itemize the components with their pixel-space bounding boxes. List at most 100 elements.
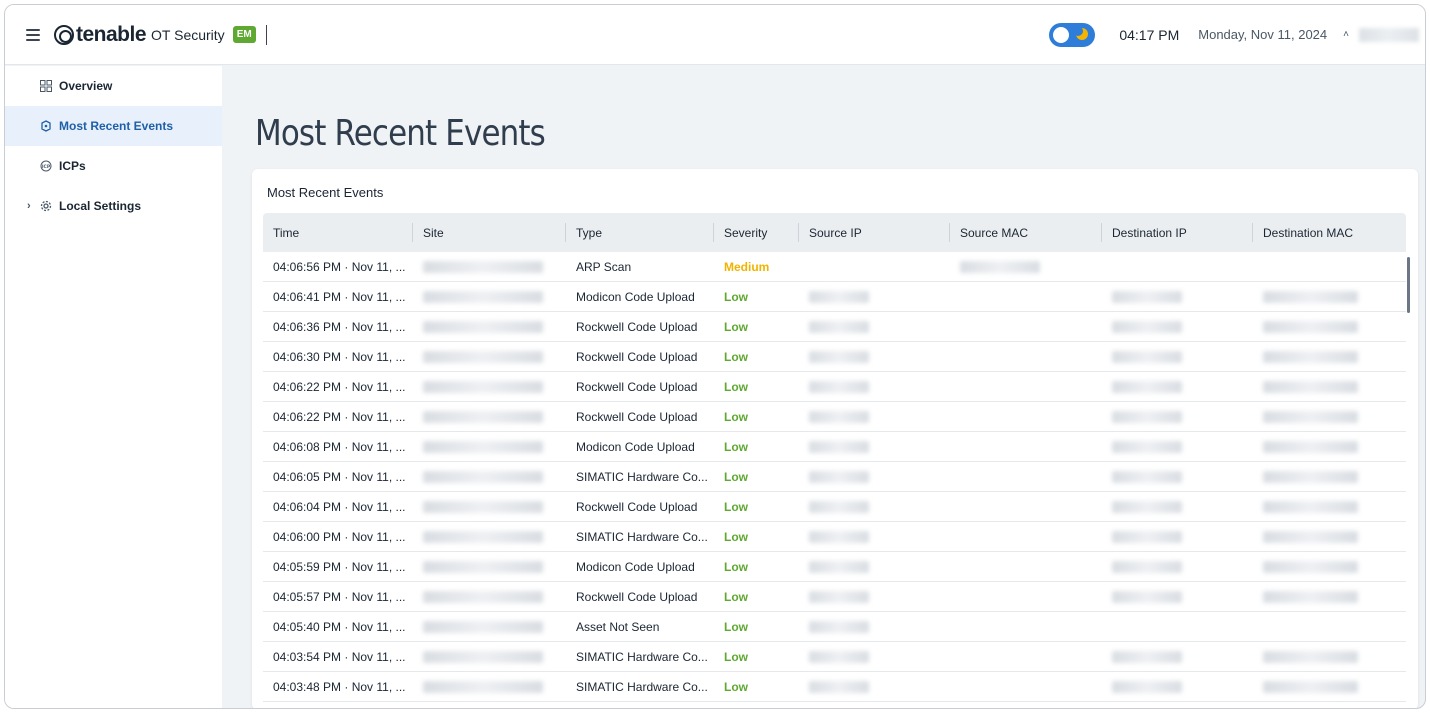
table-row[interactable]: 04:06:41 PM · Nov 11, ... Modicon Code Up… — [263, 282, 1406, 312]
redacted-value — [960, 260, 1040, 273]
sidebar-item-overview[interactable]: Overview — [5, 66, 222, 106]
table-row[interactable]: 04:05:40 PM · Nov 11, ... Asset Not Seen L… — [263, 612, 1406, 642]
cell-source-ip — [799, 642, 950, 671]
brand-logo[interactable]: tenable OT Security EM — [54, 23, 256, 47]
table-row[interactable]: 04:06:22 PM · Nov 11, ... Rockwell Code U… — [263, 372, 1406, 402]
cell-type: Rockwell Code Upload — [576, 379, 698, 394]
cell-source-ip — [799, 282, 950, 311]
redacted-value — [1112, 320, 1182, 333]
redacted-value — [809, 560, 869, 573]
cell-source-mac — [950, 312, 1102, 341]
cell-site — [413, 282, 566, 311]
table-row[interactable]: 04:06:56 PM · Nov 11, ... ARP Scan Medium — [263, 252, 1406, 282]
cell-site — [413, 252, 566, 281]
chevron-right-icon[interactable]: › — [27, 200, 31, 212]
cell-source-ip — [799, 312, 950, 341]
redacted-value — [1112, 650, 1182, 663]
cell-destination-ip — [1102, 522, 1253, 551]
column-header-type[interactable]: Type — [566, 223, 714, 242]
redacted-value — [1263, 530, 1358, 543]
table-header: Time Site Type Severity Source IP Source… — [263, 213, 1406, 252]
sidebar-item-local-settings[interactable]: › Local Settings — [5, 186, 222, 226]
table-row[interactable]: 04:03:48 PM · Nov 11, ... SIMATIC Hardwar… — [263, 672, 1406, 702]
column-header-source-ip[interactable]: Source IP — [799, 223, 950, 242]
cell-source-mac — [950, 282, 1102, 311]
column-header-destination-ip[interactable]: Destination IP — [1102, 223, 1253, 242]
card-title: Most Recent Events — [267, 185, 384, 200]
table-row[interactable]: 04:06:22 PM · Nov 11, ... Rockwell Code U… — [263, 402, 1406, 432]
redacted-value — [1263, 350, 1358, 363]
sidebar-item-icps[interactable]: ICP ICPs — [5, 146, 222, 186]
cell-destination-ip — [1102, 342, 1253, 371]
user-icon[interactable]: ˄ — [1343, 29, 1349, 40]
redacted-value — [1112, 560, 1182, 573]
redacted-value — [423, 470, 543, 483]
events-table: Time Site Type Severity Source IP Source… — [263, 213, 1406, 702]
cell-destination-mac — [1253, 372, 1406, 401]
cell-time: 04:06:30 PM · Nov 11, ... — [273, 349, 406, 364]
redacted-value — [809, 650, 869, 663]
table-row[interactable]: 04:05:57 PM · Nov 11, ... Rockwell Code U… — [263, 582, 1406, 612]
cell-severity: Low — [724, 469, 748, 484]
cell-site — [413, 432, 566, 461]
cell-time: 04:06:04 PM · Nov 11, ... — [273, 499, 406, 514]
cell-type: Modicon Code Upload — [576, 439, 695, 454]
cell-source-mac — [950, 642, 1102, 671]
cell-time: 04:05:59 PM · Nov 11, ... — [273, 559, 406, 574]
redacted-value — [809, 620, 869, 633]
redacted-value — [1263, 680, 1358, 693]
column-header-time[interactable]: Time — [263, 223, 413, 242]
table-row[interactable]: 04:06:08 PM · Nov 11, ... Modicon Code Up… — [263, 432, 1406, 462]
theme-toggle[interactable] — [1049, 22, 1096, 47]
cell-destination-ip — [1102, 282, 1253, 311]
column-header-source-mac[interactable]: Source MAC — [950, 223, 1102, 242]
table-row[interactable]: 04:05:59 PM · Nov 11, ... Modicon Code Up… — [263, 552, 1406, 582]
cell-severity: Low — [724, 679, 748, 694]
header-divider — [265, 24, 267, 45]
table-scrollbar[interactable] — [1407, 257, 1410, 313]
table-row[interactable]: 04:06:04 PM · Nov 11, ... Rockwell Code U… — [263, 492, 1406, 522]
cell-destination-ip — [1102, 372, 1253, 401]
sidebar: Overview Most Recent Events ICP ICPs › L… — [5, 66, 222, 708]
cell-site — [413, 642, 566, 671]
cell-severity: Low — [724, 349, 748, 364]
cell-source-mac — [950, 582, 1102, 611]
events-card: Most Recent Events Time Site Type Severi… — [252, 169, 1418, 708]
table-row[interactable]: 04:06:30 PM · Nov 11, ... Rockwell Code U… — [263, 342, 1406, 372]
redacted-value — [423, 320, 543, 333]
cell-destination-mac — [1253, 552, 1406, 581]
toggle-knob — [1053, 26, 1070, 43]
sidebar-item-most-recent-events[interactable]: Most Recent Events — [5, 106, 222, 146]
cell-destination-ip — [1102, 612, 1253, 641]
redacted-value — [423, 500, 543, 513]
column-header-destination-mac[interactable]: Destination MAC — [1253, 223, 1406, 242]
cell-time: 04:06:41 PM · Nov 11, ... — [273, 289, 406, 304]
cell-time: 04:03:54 PM · Nov 11, ... — [273, 649, 406, 664]
redacted-value — [423, 440, 543, 453]
redacted-value — [809, 680, 869, 693]
cell-severity: Low — [724, 439, 748, 454]
table-row[interactable]: 04:06:00 PM · Nov 11, ... SIMATIC Hardwar… — [263, 522, 1406, 552]
table-row[interactable]: 04:03:54 PM · Nov 11, ... SIMATIC Hardwar… — [263, 642, 1406, 672]
redacted-value — [1263, 410, 1358, 423]
table-row[interactable]: 04:06:36 PM · Nov 11, ... Rockwell Code U… — [263, 312, 1406, 342]
cell-destination-mac — [1253, 492, 1406, 521]
cell-destination-ip — [1102, 252, 1253, 281]
user-name-redacted[interactable] — [1359, 27, 1419, 42]
grid-icon — [39, 80, 52, 93]
table-row[interactable]: 04:06:05 PM · Nov 11, ... SIMATIC Hardwar… — [263, 462, 1406, 492]
page-title: Most Recent Events — [255, 113, 546, 154]
cell-source-ip — [799, 612, 950, 641]
svg-text:ICP: ICP — [41, 164, 50, 170]
redacted-value — [1263, 320, 1358, 333]
clock-time: 04:17 PM — [1119, 26, 1180, 43]
column-header-site[interactable]: Site — [413, 223, 566, 242]
hamburger-menu-icon[interactable] — [26, 28, 42, 41]
cell-time: 04:06:00 PM · Nov 11, ... — [273, 529, 406, 544]
column-header-severity[interactable]: Severity — [714, 223, 799, 242]
cell-site — [413, 462, 566, 491]
redacted-value — [1112, 440, 1182, 453]
cell-source-ip — [799, 462, 950, 491]
cell-severity: Low — [724, 379, 748, 394]
redacted-value — [423, 290, 543, 303]
